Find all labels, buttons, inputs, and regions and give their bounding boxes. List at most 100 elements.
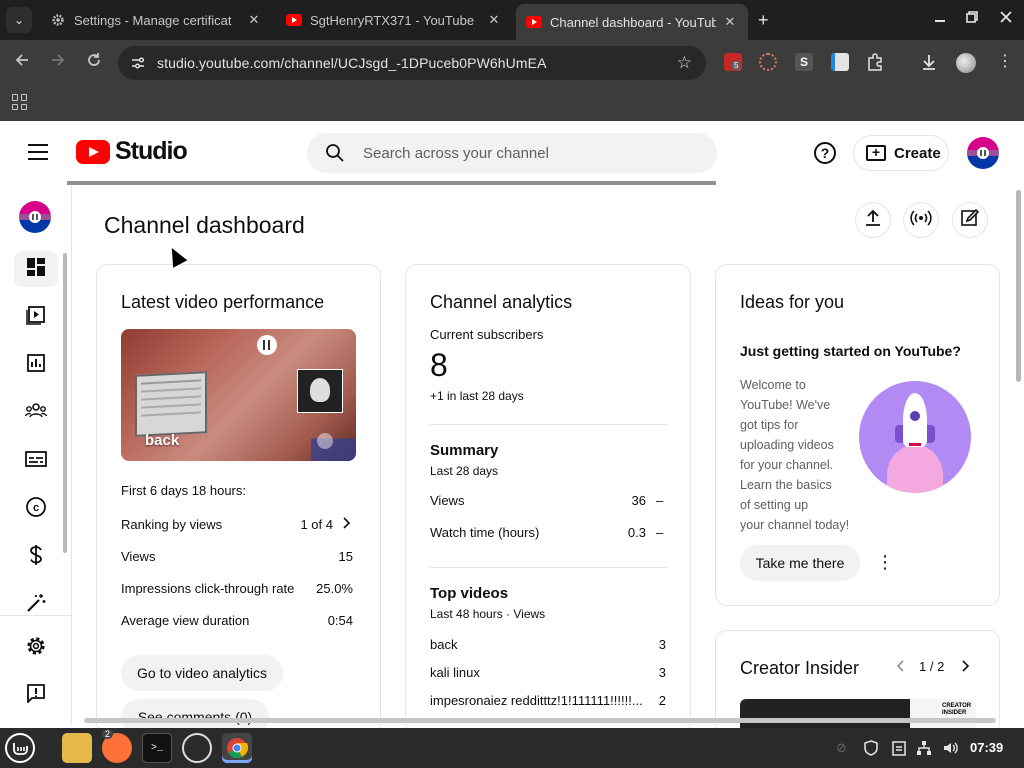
horizontal-scrollbar[interactable] <box>84 718 996 723</box>
subtitles-icon <box>25 450 47 473</box>
translate-extension-icon[interactable] <box>831 53 849 71</box>
creator-insider-thumbnail[interactable]: CREATOR INSIDER <box>740 699 976 729</box>
chevron-right-icon[interactable] <box>960 659 970 678</box>
help-icon[interactable]: ? <box>814 142 836 164</box>
terminal-icon[interactable]: >_ <box>142 733 172 763</box>
top-video-title[interactable]: kali linux <box>430 665 480 680</box>
firefox-window-count: 2 <box>102 729 114 739</box>
linux-mint-menu-icon[interactable] <box>5 733 35 763</box>
address-bar[interactable]: studio.youtube.com/channel/UCJsgd_-1DPuc… <box>118 46 706 80</box>
nav-analytics[interactable] <box>14 347 58 383</box>
tab-settings[interactable]: Settings - Manage certificat ✕ <box>40 4 272 36</box>
top-video-title[interactable]: impesronaiez redditttz!1!111111!!!!!!... <box>430 693 652 708</box>
top-videos-title: Top videos <box>430 585 509 602</box>
take-me-there-button[interactable]: Take me there <box>740 545 860 581</box>
period-label: First 6 days 18 hours: <box>121 483 246 498</box>
divider <box>430 567 668 568</box>
menu-icon[interactable] <box>28 144 48 160</box>
network-icon[interactable] <box>916 740 932 759</box>
gear-icon <box>50 12 66 28</box>
files-folder-icon[interactable] <box>62 733 92 763</box>
tab-search-button[interactable]: ⌄ <box>6 7 32 33</box>
go-live-button[interactable] <box>903 202 939 238</box>
forward-arrow-icon[interactable] <box>47 52 69 73</box>
search-box[interactable] <box>307 133 717 173</box>
reload-icon[interactable] <box>83 52 105 73</box>
close-window-icon[interactable] <box>1000 10 1012 26</box>
analytics-icon <box>26 353 46 378</box>
ideas-subtitle: Just getting started on YouTube? <box>740 343 961 359</box>
video-thumbnail[interactable]: back <box>121 329 356 461</box>
nav-feedback[interactable] <box>14 677 58 713</box>
ideas-body: Welcome to YouTube! We've got tips for u… <box>740 378 850 532</box>
clock[interactable]: 07:39 <box>970 740 1003 755</box>
minimize-icon[interactable] <box>934 10 946 26</box>
site-info-icon[interactable] <box>130 55 146 74</box>
chevron-right-icon[interactable] <box>341 516 351 535</box>
restore-icon[interactable] <box>966 10 978 26</box>
apps-grid-icon[interactable] <box>12 94 28 110</box>
upload-video-button[interactable] <box>855 202 891 238</box>
upload-icon <box>864 209 882 232</box>
youtube-studio-logo[interactable]: Studio <box>76 137 188 166</box>
nav-settings[interactable] <box>14 630 58 666</box>
create-button[interactable]: + Create <box>853 135 949 171</box>
nav-customization[interactable] <box>14 587 58 623</box>
profile-avatar-icon[interactable] <box>956 53 976 73</box>
logo-text: Studio <box>115 137 188 165</box>
tab-youtube-channel[interactable]: SgtHenryRTX371 - YouTube ✕ <box>276 4 512 36</box>
main-scrollbar[interactable] <box>1016 190 1021 382</box>
thumbnail-title: back <box>145 432 180 449</box>
new-tab-button[interactable]: + <box>758 10 769 30</box>
close-icon[interactable]: ✕ <box>722 14 738 30</box>
search-icon <box>325 143 345 168</box>
close-icon[interactable]: ✕ <box>246 12 262 28</box>
puzzle-extensions-icon[interactable] <box>866 53 884 71</box>
channel-avatar[interactable] <box>19 201 51 233</box>
shield-icon[interactable] <box>864 740 878 759</box>
card-title: Channel analytics <box>430 292 573 312</box>
more-options-icon[interactable]: ⋮ <box>876 552 894 572</box>
browser-tab-strip: ⌄ Settings - Manage certificat ✕ SgtHenr… <box>0 0 1024 40</box>
nav-dashboard[interactable] <box>14 251 58 287</box>
chevron-left-icon[interactable] <box>896 659 906 678</box>
more-vertical-icon[interactable]: ⋮ <box>996 53 1014 71</box>
card-title: Latest video performance <box>121 292 325 312</box>
subscribers-change: +1 in last 28 days <box>430 389 524 403</box>
go-to-video-analytics-button[interactable]: Go to video analytics <box>121 655 283 691</box>
tab-label: SgtHenryRTX371 - YouTube <box>310 12 475 28</box>
thumbnail-badge: CREATOR INSIDER <box>942 703 972 716</box>
nav-community[interactable] <box>14 395 58 431</box>
nav-content[interactable] <box>14 299 58 335</box>
extension-icon[interactable]: 5 <box>724 53 742 71</box>
rail-scrollbar[interactable] <box>63 253 67 553</box>
bookmark-star-icon[interactable]: ☆ <box>677 53 692 73</box>
nav-subtitles[interactable] <box>14 443 58 479</box>
card-title: Ideas for you <box>740 292 845 312</box>
nav-copyright[interactable]: c <box>14 491 58 527</box>
feedback-icon <box>26 683 46 708</box>
cookie-extension-icon[interactable] <box>759 53 777 71</box>
nav-earn[interactable] <box>14 539 58 575</box>
download-icon[interactable] <box>920 53 938 71</box>
create-post-button[interactable] <box>952 202 988 238</box>
clipboard-icon[interactable] <box>892 740 906 759</box>
chrome-icon[interactable] <box>222 733 252 763</box>
top-video-title[interactable]: back <box>430 637 457 652</box>
back-arrow-icon[interactable] <box>11 52 33 73</box>
extension-badge: 5 <box>732 61 741 70</box>
account-avatar[interactable] <box>967 137 999 169</box>
rocket-illustration-icon <box>859 381 971 493</box>
status-circle-icon[interactable]: ⊘ <box>836 740 847 756</box>
s-extension-icon[interactable]: S <box>795 53 813 71</box>
volume-icon[interactable] <box>942 740 958 759</box>
obs-icon[interactable] <box>182 733 212 763</box>
firefox-icon[interactable]: 2 <box>102 729 132 763</box>
close-icon[interactable]: ✕ <box>486 12 502 28</box>
tab-channel-dashboard[interactable]: Channel dashboard - YouTub ✕ <box>516 4 748 40</box>
bookmarks-bar <box>0 86 1024 121</box>
settings-gear-icon <box>25 635 47 662</box>
tab-label: Channel dashboard - YouTub <box>550 14 716 30</box>
studio-header: Studio ? + Create <box>0 121 1024 185</box>
search-input[interactable] <box>363 143 693 163</box>
